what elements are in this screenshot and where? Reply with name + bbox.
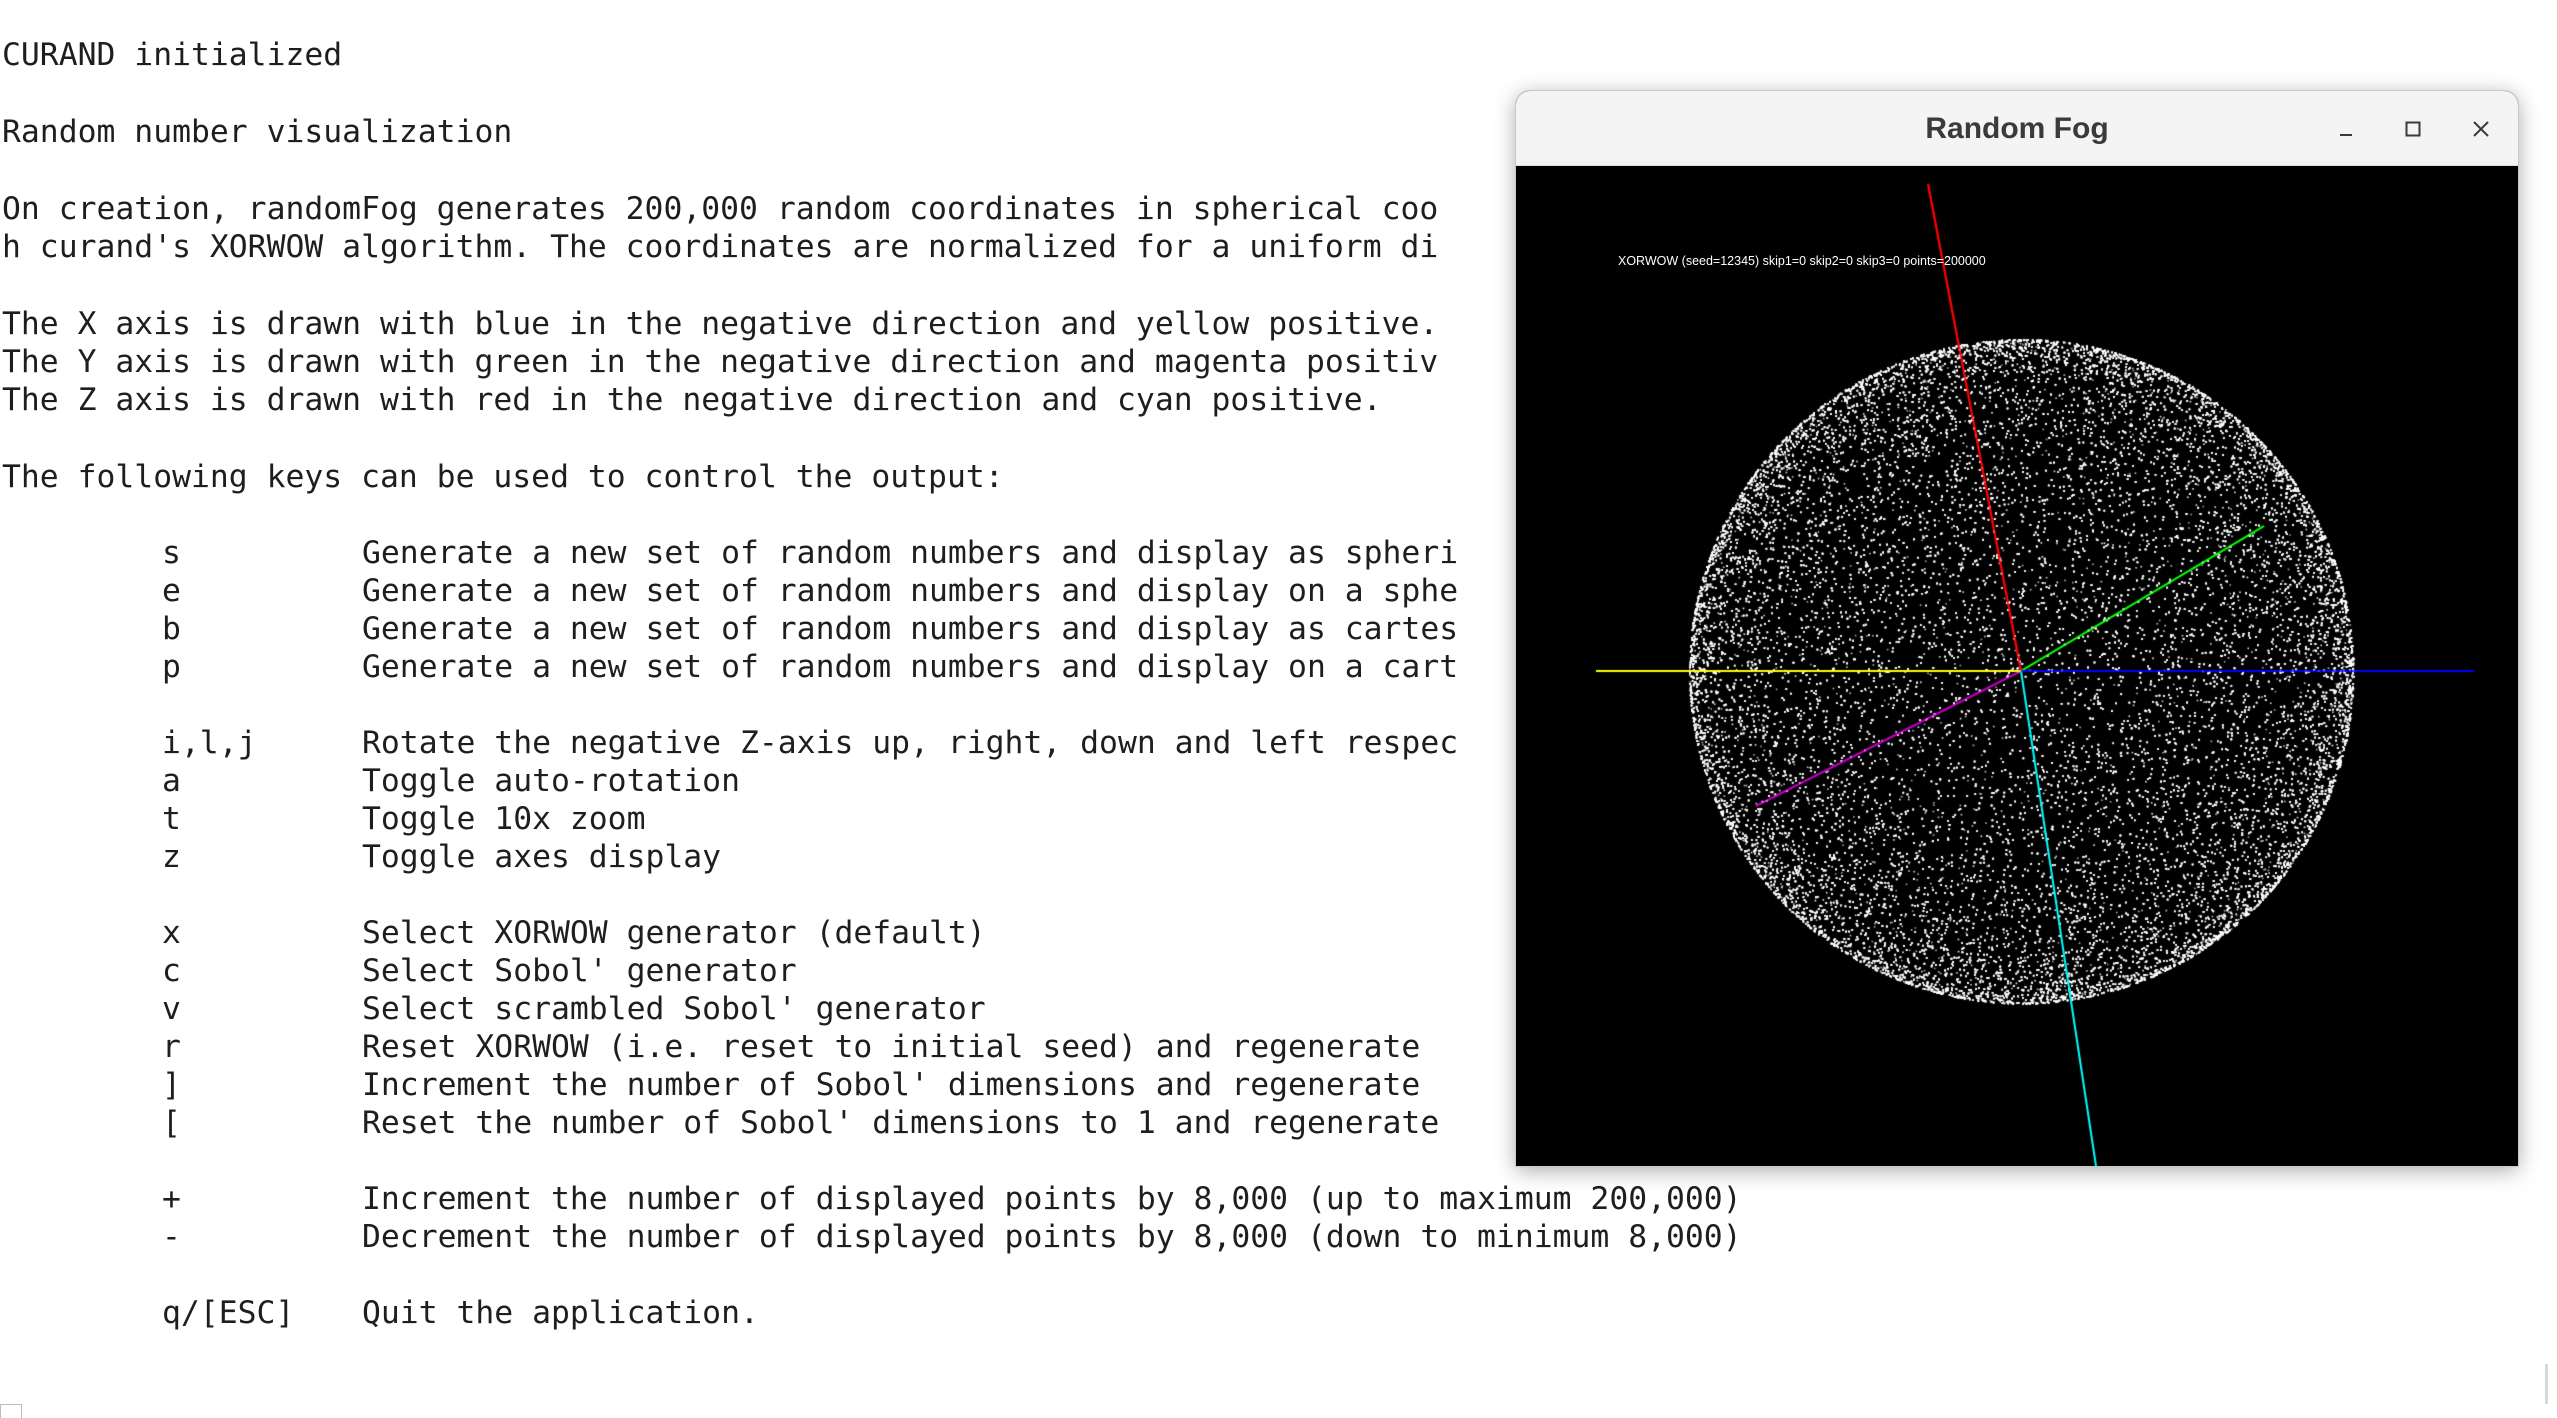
terminal-line: On creation, randomFog generates 200,000… bbox=[2, 191, 1439, 227]
key-description: Select Sobol' generator bbox=[362, 953, 797, 989]
key-label: [ bbox=[162, 1105, 181, 1141]
key-description: Rotate the negative Z-axis up, right, do… bbox=[362, 725, 1459, 761]
terminal-line: Random number visualization bbox=[2, 114, 513, 150]
key-description: Toggle auto-rotation bbox=[362, 763, 740, 799]
terminal-line: The X axis is drawn with blue in the neg… bbox=[2, 306, 1439, 342]
terminal-scrollbar[interactable] bbox=[2545, 1364, 2548, 1404]
close-button[interactable] bbox=[2462, 110, 2500, 148]
key-label: v bbox=[162, 991, 181, 1027]
key-label: p bbox=[162, 649, 181, 685]
key-label: q/[ESC] bbox=[162, 1295, 295, 1331]
fog-canvas[interactable] bbox=[1516, 166, 2518, 1166]
minimize-button[interactable] bbox=[2327, 110, 2365, 148]
key-label: - bbox=[162, 1219, 181, 1255]
key-label: c bbox=[162, 953, 181, 989]
key-description: Increment the number of Sobol' dimension… bbox=[362, 1067, 1421, 1103]
key-description: Generate a new set of random numbers and… bbox=[362, 535, 1459, 571]
key-label: i,l,j bbox=[162, 725, 257, 761]
key-description: Generate a new set of random numbers and… bbox=[362, 649, 1459, 685]
key-description: Reset the number of Sobol' dimensions to… bbox=[362, 1105, 1440, 1141]
key-description: Select scrambled Sobol' generator bbox=[362, 991, 986, 1027]
terminal-line: The Z axis is drawn with red in the nega… bbox=[2, 382, 1382, 418]
key-description: Toggle axes display bbox=[362, 839, 722, 875]
window-titlebar[interactable]: Random Fog bbox=[1516, 91, 2518, 166]
key-description: Reset XORWOW (i.e. reset to initial seed… bbox=[362, 1029, 1421, 1065]
terminal-line: The following keys can be used to contro… bbox=[2, 459, 1004, 495]
minimize-icon bbox=[2340, 134, 2352, 136]
terminal-line: The Y axis is drawn with green in the ne… bbox=[2, 344, 1439, 380]
maximize-button[interactable] bbox=[2394, 110, 2432, 148]
maximize-icon bbox=[2405, 121, 2421, 137]
terminal-line: h curand's XORWOW algorithm. The coordin… bbox=[2, 229, 1439, 265]
key-label: x bbox=[162, 915, 181, 951]
terminal-line: CURAND initialized bbox=[2, 37, 343, 73]
key-description: Generate a new set of random numbers and… bbox=[362, 573, 1459, 609]
fog-viewport[interactable]: XORWOW (seed=12345) skip1=0 skip2=0 skip… bbox=[1516, 166, 2518, 1166]
random-fog-window[interactable]: Random Fog XORWOW (seed=12345) skip1=0 s… bbox=[1516, 91, 2518, 1166]
key-label: r bbox=[162, 1029, 181, 1065]
key-label: s bbox=[162, 535, 181, 571]
key-description: Generate a new set of random numbers and… bbox=[362, 611, 1459, 647]
key-label: + bbox=[162, 1181, 181, 1217]
key-label: t bbox=[162, 801, 181, 837]
close-icon bbox=[2473, 121, 2489, 137]
key-label: b bbox=[162, 611, 181, 647]
key-label: e bbox=[162, 573, 181, 609]
generator-info: XORWOW (seed=12345) skip1=0 skip2=0 skip… bbox=[1618, 254, 1986, 268]
key-description: Select XORWOW generator (default) bbox=[362, 915, 986, 951]
key-label: z bbox=[162, 839, 181, 875]
window-title: Random Fog bbox=[1925, 112, 2109, 145]
key-description: Increment the number of displayed points… bbox=[362, 1181, 1742, 1217]
key-description: Quit the application. bbox=[362, 1295, 759, 1331]
key-description: Toggle 10x zoom bbox=[362, 801, 646, 837]
key-label: ] bbox=[162, 1067, 181, 1103]
key-description: Decrement the number of displayed points… bbox=[362, 1219, 1742, 1255]
key-label: a bbox=[162, 763, 181, 799]
